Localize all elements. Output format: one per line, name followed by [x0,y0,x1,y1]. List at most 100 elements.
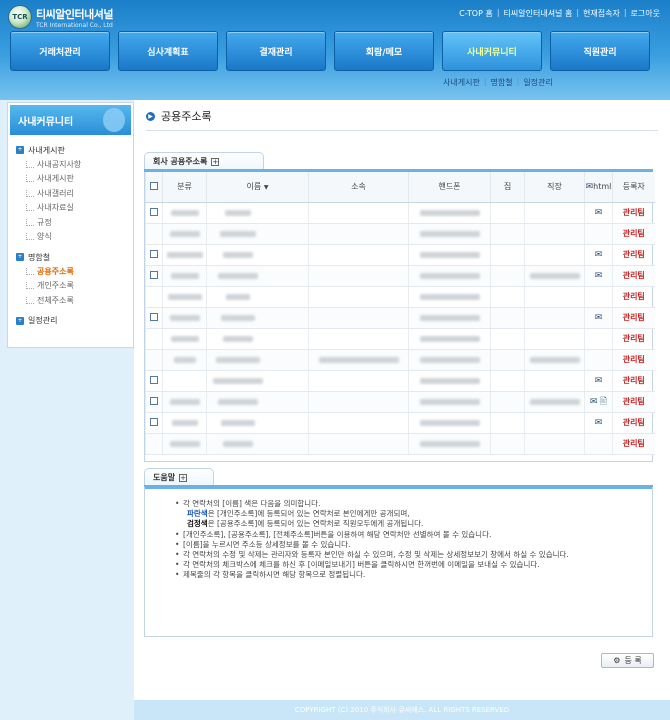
mail-icon[interactable]: ✉ [595,271,603,281]
sidebar-item-all-address[interactable]: 전체주소록 [16,293,133,308]
sidebar-group-cards[interactable]: + 명함철 [16,250,133,264]
nav-community[interactable]: 사내커뮤니티 [442,31,542,71]
sidebar-item-board[interactable]: 사내게시판 [16,172,133,187]
mail-icon[interactable]: ✉ [595,208,603,218]
obscured-value [167,293,202,300]
sidebar-group-board[interactable]: + 사내게시판 [16,143,133,157]
sidebar: 사내커뮤니티 + 사내게시판 사내공지사항 사내게시판 사내갤러리 사내자료실 … [7,102,134,348]
nav-staff[interactable]: 직원관리 [550,31,650,71]
select-all-checkbox[interactable] [150,181,158,190]
html-mail-icon[interactable]: 🖹 [600,397,607,407]
registrant-label: 관리팀 [622,355,645,364]
obscured-name[interactable] [222,251,253,258]
nav-approval[interactable]: 결재관리 [226,31,326,71]
plus-icon: + [16,316,24,325]
obscured-name[interactable] [219,230,256,237]
row-checkbox[interactable] [150,375,158,384]
help-line: 검정색은 [공용주소록]에 등록되어 있는 연락처로 직원모두에게 공개됩니다. [187,519,424,529]
row-checkbox[interactable] [150,312,158,321]
table-row[interactable]: ✉ 관리팀 [145,307,655,329]
table-row[interactable]: 관리팀 [145,223,655,245]
main-nav: 거래처관리 심사계획표 결재관리 회람/메모 사내커뮤니티 직원관리 [10,31,666,71]
table-row[interactable]: ✉ 관리팀 [145,202,655,224]
mail-icon[interactable]: ✉ [595,418,603,428]
obscured-name[interactable] [225,293,250,300]
obscured-value [166,251,203,258]
row-checkbox[interactable] [150,270,158,279]
nav-audit-plan[interactable]: 심사계획표 [118,31,218,71]
subnav-schedule[interactable]: 일정관리 [523,77,552,88]
registrant-label: 관리팀 [622,271,645,280]
expand-icon[interactable]: + [211,157,220,166]
column-home[interactable]: 집 [490,172,525,203]
help-line: • 각 연락처의 수정 및 삭제는 관리자와 등록자 본인만 하실 수 있으며, … [175,550,569,560]
subnav-board[interactable]: 사내게시판 [443,77,480,88]
sidebar-item-forms[interactable]: 양식 [16,230,133,245]
plus-icon: + [16,146,24,154]
table-row[interactable]: 관리팀 [145,328,655,350]
sidebar-item-rules[interactable]: 규정 [16,215,133,230]
sidebar-item-personal-address[interactable]: 개인주소록 [16,279,133,294]
mail-icon[interactable]: ✉ [595,313,603,323]
obscured-name[interactable] [215,356,260,363]
table-row[interactable]: ✉ 관리팀 [145,412,655,434]
obscured-name[interactable] [212,377,263,384]
link-current-users[interactable]: 현재접속자 [583,8,620,19]
select-all-header[interactable] [145,172,163,203]
obscured-name[interactable] [222,335,253,342]
column-name[interactable]: 이름 ▼ [206,172,309,203]
sidebar-item-gallery[interactable]: 사내갤러리 [16,186,133,201]
registrant-label: 관리팀 [622,397,645,406]
help-line: • [이름]을 누르시면 주소등 상세정보를 볼 수 있습니다. [175,539,351,549]
column-email[interactable]: ✉html [584,172,613,203]
subnav-cards[interactable]: 명함철 [491,77,513,88]
mail-icon[interactable]: ✉ [595,250,603,260]
obscured-name[interactable] [217,272,258,279]
link-logout[interactable]: 로그아웃 [631,8,660,19]
row-checkbox[interactable] [150,396,158,405]
obscured-value [529,356,580,363]
column-mobile[interactable]: 핸드폰 [408,172,491,203]
column-affiliation[interactable]: 소속 [308,172,409,203]
sidebar-item-notice[interactable]: 사내공지사항 [16,157,133,172]
expand-icon[interactable]: + [179,473,188,482]
sidebar-group-schedule[interactable]: + 일정관리 [16,314,133,328]
row-checkbox[interactable] [150,207,158,216]
nav-client-management[interactable]: 거래처관리 [10,31,110,71]
table-row[interactable]: 관리팀 [145,286,655,308]
mail-icon[interactable]: ✉ [590,397,598,407]
help-line: • 제목줄의 각 항목을 클릭하시면 해당 항목으로 정렬됩니다. [175,570,366,580]
help-line: • 각 연락처의 [이름] 색은 다음을 의미합니다. [175,499,321,508]
sidebar-item-archive[interactable]: 사내자료실 [16,201,133,216]
table-row[interactable]: 관리팀 [145,349,655,371]
link-ctop-home[interactable]: C-TOP 홈 [459,8,493,19]
table-row[interactable]: ✉ 관리팀 [145,244,655,266]
column-work[interactable]: 직장 [524,172,585,203]
link-tcr-home[interactable]: 티씨알인터내셔널 홈 [504,8,573,19]
tab-help[interactable]: 도움말 + [144,468,214,486]
obscured-name[interactable] [217,398,258,405]
table-row[interactable]: ✉ 관리팀 [145,370,655,392]
obscured-value [169,314,200,321]
obscured-name[interactable] [224,209,251,216]
row-checkbox[interactable] [150,417,158,426]
nav-circular-memo[interactable]: 회람/메모 [334,31,434,71]
sidebar-item-public-address[interactable]: 공용주소록 [16,264,133,279]
obscured-value [419,209,480,216]
mail-icon[interactable]: ✉ [595,376,603,386]
table-row[interactable]: ✉ 🖹 관리팀 [145,391,655,413]
obscured-name[interactable] [220,419,255,426]
table-row[interactable]: 관리팀 [145,433,655,455]
registrant-label: 관리팀 [622,418,645,427]
column-category[interactable]: 분류 [162,172,207,203]
obscured-value [170,209,199,216]
row-checkbox[interactable] [150,249,158,258]
column-registrant[interactable]: 등록자 [612,172,655,203]
register-button[interactable]: ⚙ 등 록 [601,653,654,668]
obscured-name[interactable] [220,314,255,321]
table-row[interactable]: ✉ 관리팀 [145,265,655,287]
tab-company-address[interactable]: 회사 공용주소록 + [144,152,264,170]
logo[interactable]: TCR 티씨알인터내셔널 TCR International Co., Ltd [8,4,113,30]
obscured-value [170,335,199,342]
obscured-name[interactable] [222,440,253,447]
